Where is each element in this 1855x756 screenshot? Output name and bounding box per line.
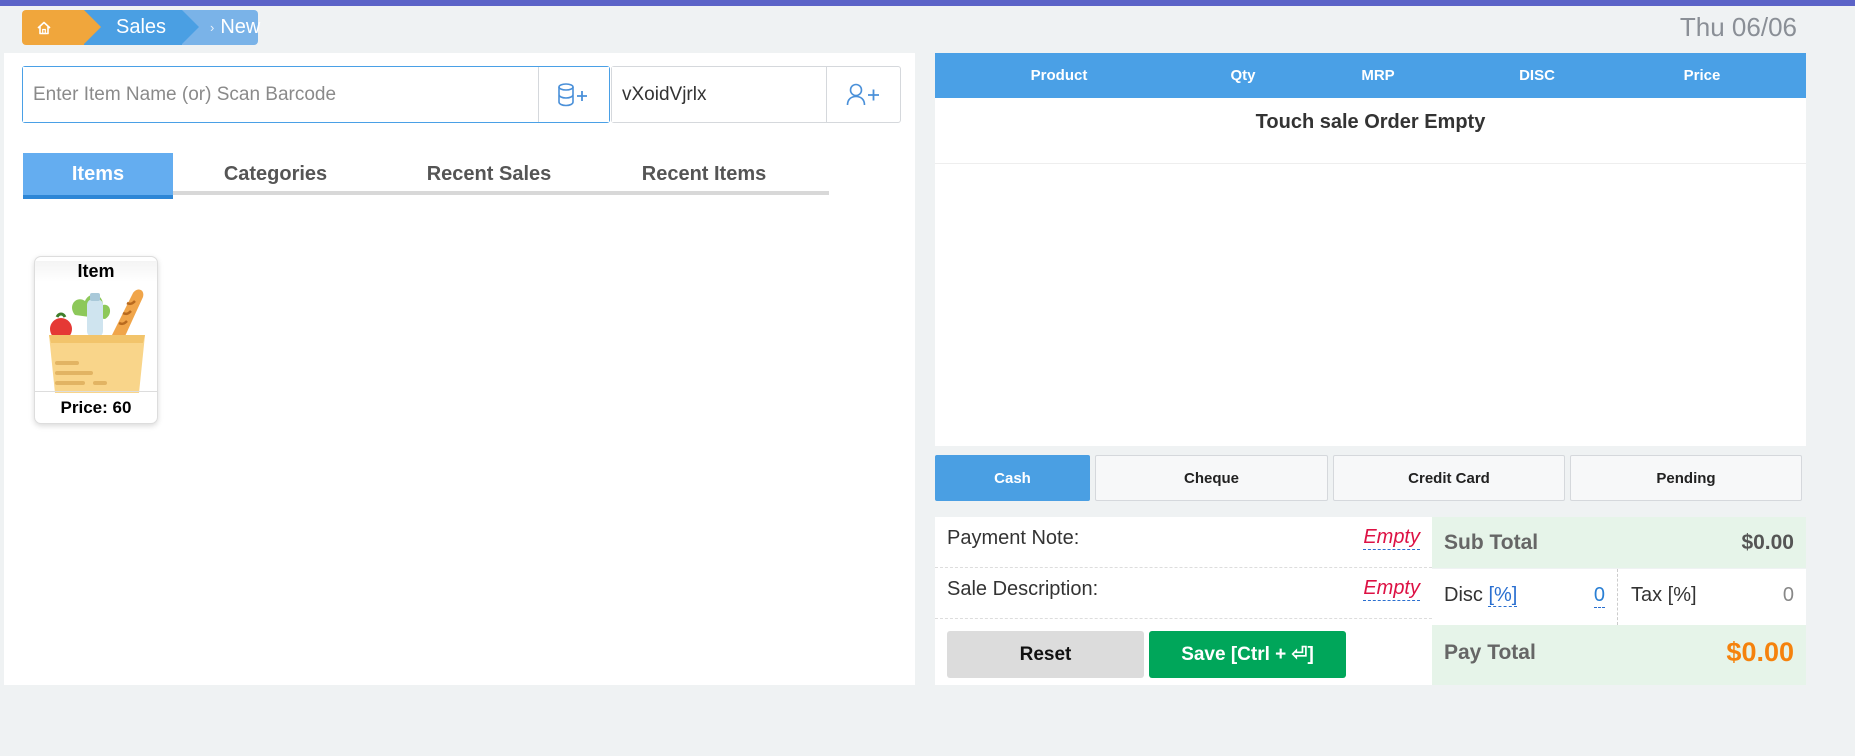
item-card[interactable]: Item Price: 60 (34, 256, 158, 424)
payment-method-tabs: Cash Cheque Credit Card Pending (935, 455, 1806, 501)
payment-pending[interactable]: Pending (1570, 455, 1802, 501)
item-search-input[interactable] (23, 67, 539, 122)
grocery-bag-icon (49, 289, 145, 393)
user-add-icon (846, 83, 879, 105)
sale-description-row: Sale Description: Empty (935, 568, 1432, 619)
action-buttons: Reset Save [Ctrl + ⏎] (935, 625, 1432, 685)
discount-value[interactable]: 0 (1593, 584, 1605, 608)
payment-cheque[interactable]: Cheque (1095, 455, 1328, 501)
totals-panel: Sub Total $0.00 Disc [%] 0 Tax [%] 0 Pay… (1432, 517, 1806, 685)
subtotal-label: Sub Total (1444, 531, 1539, 554)
pay-total-row: Pay Total $0.00 (1432, 625, 1806, 685)
customer-group (611, 66, 901, 123)
current-date: Thu 06/06 (1679, 12, 1797, 42)
discount-label-text: Disc (1444, 584, 1483, 606)
tax-cell: Tax [%] 0 (1619, 569, 1806, 625)
order-empty-message: Touch sale Order Empty (935, 98, 1806, 164)
disc-tax-row: Disc [%] 0 Tax [%] 0 (1432, 569, 1806, 625)
discount-label: Disc [%] (1444, 584, 1518, 607)
sale-description-label: Sale Description: (947, 578, 1099, 600)
order-table-body: Touch sale Order Empty (935, 98, 1806, 446)
chevron-right-icon: › (210, 20, 215, 35)
column-price: Price (1683, 67, 1721, 84)
sale-description-edit[interactable]: Empty (1363, 577, 1420, 601)
item-tabs: Items Categories Recent Sales Recent Ite… (23, 153, 829, 199)
breadcrumb-new-label: New (220, 16, 261, 38)
column-product: Product (1030, 67, 1088, 84)
order-table-header: Product Qty MRP DISC Price (935, 53, 1806, 98)
items-panel: Items Categories Recent Sales Recent Ite… (4, 53, 915, 685)
tab-items[interactable]: Items (23, 153, 173, 199)
payment-note-label: Payment Note: (947, 527, 1080, 549)
add-customer-button[interactable] (827, 67, 900, 122)
pay-total-value: $0.00 (1726, 637, 1794, 667)
payment-note-row: Payment Note: Empty (935, 517, 1432, 568)
discount-cell: Disc [%] 0 (1432, 569, 1618, 625)
column-disc: DISC (1519, 67, 1555, 84)
tab-categories[interactable]: Categories (173, 153, 378, 195)
subtotal-row: Sub Total $0.00 (1432, 517, 1806, 568)
subtotal-value: $0.00 (1741, 531, 1794, 554)
tab-recent-items[interactable]: Recent Items (600, 153, 808, 195)
add-item-button[interactable] (539, 67, 609, 122)
breadcrumb-home[interactable] (22, 10, 101, 45)
customer-input[interactable] (612, 67, 827, 122)
reset-button[interactable]: Reset (947, 631, 1144, 678)
discount-type-toggle[interactable]: [%] (1488, 584, 1518, 607)
tax-label: Tax [%] (1631, 584, 1697, 606)
column-qty: Qty (1230, 67, 1256, 84)
breadcrumb-sales-label: Sales (116, 16, 167, 38)
item-search-group (22, 66, 610, 123)
payment-note-edit[interactable]: Empty (1363, 526, 1420, 550)
payment-credit-card[interactable]: Credit Card (1333, 455, 1565, 501)
top-accent-bar (0, 0, 1855, 6)
tab-recent-sales[interactable]: Recent Sales (378, 153, 600, 195)
tax-value: 0 (1782, 584, 1794, 606)
home-icon (37, 21, 51, 34)
payment-cash[interactable]: Cash (935, 455, 1090, 501)
database-add-icon (558, 82, 587, 106)
breadcrumb: Sales › New (22, 10, 261, 45)
pay-total-label: Pay Total (1444, 641, 1536, 664)
sale-notes: Payment Note: Empty Sale Description: Em… (935, 517, 1432, 685)
save-button[interactable]: Save [Ctrl + ⏎] (1149, 631, 1346, 678)
item-price: Price: 60 (35, 391, 157, 423)
column-mrp: MRP (1361, 67, 1395, 84)
